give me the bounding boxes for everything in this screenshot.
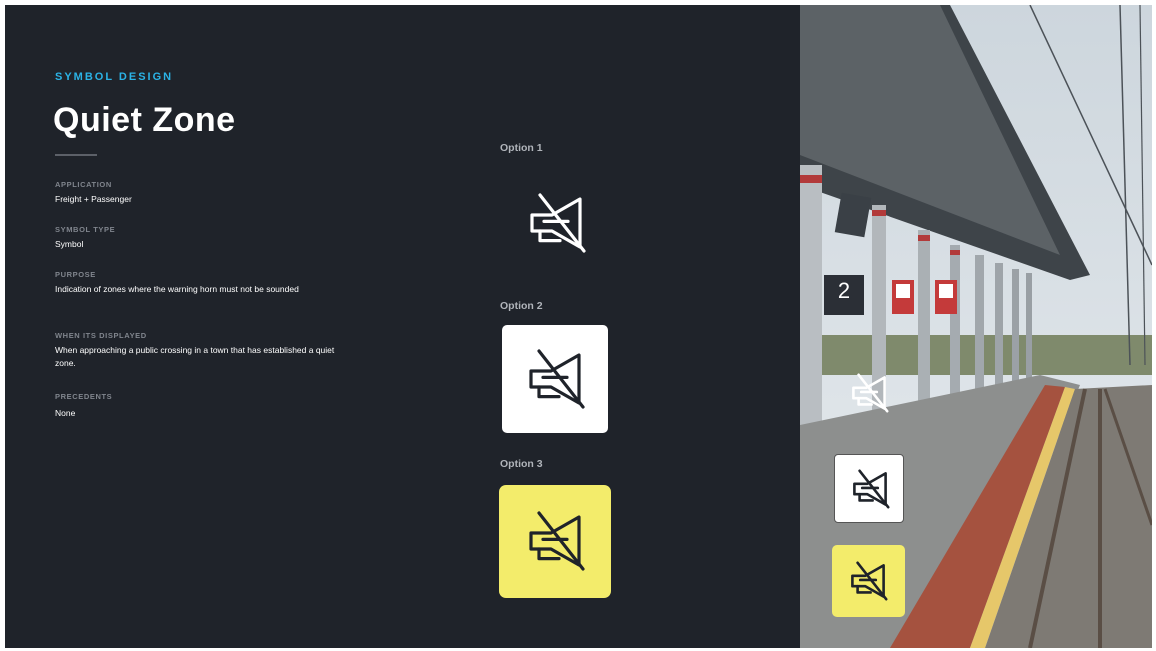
detail-when-displayed: WHEN ITS DISPLAYED When approaching a pu…: [55, 331, 345, 370]
no-horn-icon: [529, 511, 585, 571]
section-eyebrow: SYMBOL DESIGN: [55, 71, 174, 83]
no-horn-icon: [530, 193, 586, 253]
platform-number-sign: 2: [824, 275, 864, 315]
detail-label: PURPOSE: [55, 270, 96, 279]
detail-application: APPLICATION Freight + Passenger: [55, 180, 345, 206]
no-horn-icon: [853, 469, 890, 509]
detail-value: Symbol: [55, 239, 84, 249]
detail-precedents: PRECEDENTS None: [55, 392, 345, 420]
no-horn-icon: [852, 373, 889, 413]
overlay-yellow-card: [832, 545, 905, 617]
info-panel: SYMBOL DESIGN Quiet Zone APPLICATION Fre…: [5, 5, 800, 648]
detail-value: None: [55, 408, 76, 418]
detail-symbol-type: SYMBOL TYPE Symbol: [55, 225, 345, 251]
option-2-label: Option 2: [500, 300, 543, 312]
detail-label: WHEN ITS DISPLAYED: [55, 331, 147, 340]
option-3-card: [499, 485, 611, 598]
no-horn-icon: [851, 561, 888, 601]
option-2-card: [502, 325, 608, 433]
detail-value: Freight + Passenger: [55, 194, 132, 204]
detail-label: PRECEDENTS: [55, 392, 113, 401]
option-3-label: Option 3: [500, 458, 543, 470]
page-title: Quiet Zone: [53, 101, 236, 139]
detail-value: When approaching a public crossing in a …: [55, 345, 335, 368]
detail-label: SYMBOL TYPE: [55, 225, 116, 234]
detail-label: APPLICATION: [55, 180, 112, 189]
no-horn-icon: [529, 349, 585, 409]
detail-value: Indication of zones where the warning ho…: [55, 284, 299, 294]
title-divider: [55, 154, 97, 156]
detail-purpose: PURPOSE Indication of zones where the wa…: [55, 270, 345, 296]
station-photo: 2: [800, 5, 1152, 648]
option-1-label: Option 1: [500, 142, 543, 154]
overlay-white-card: [834, 454, 904, 523]
